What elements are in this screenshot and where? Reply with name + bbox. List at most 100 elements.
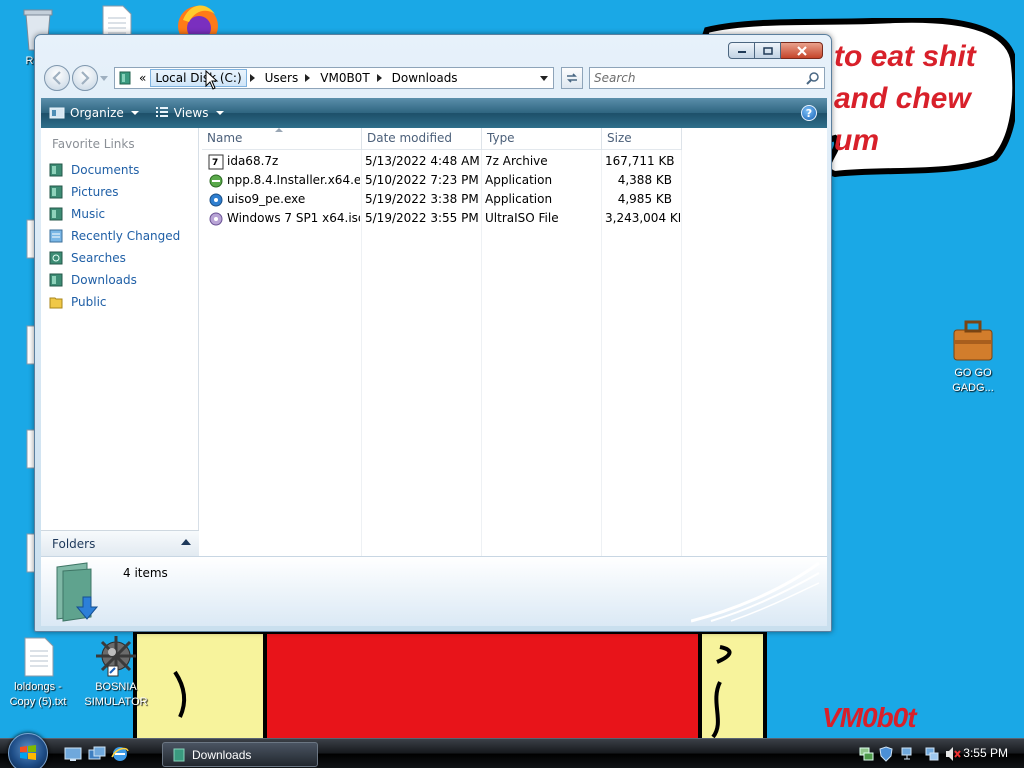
- start-button[interactable]: [8, 733, 48, 768]
- file-size: 3,243,004 KB: [605, 211, 680, 225]
- breadcrumb-separator-icon[interactable]: [305, 74, 311, 82]
- desktop-icon-firefox[interactable]: [160, 0, 236, 36]
- address-dropdown-button[interactable]: [535, 68, 553, 88]
- public-folder-icon: [49, 297, 63, 309]
- explorer-content: Favorite Links Documents Pictures Music …: [41, 128, 827, 556]
- downloads-folder-icon: [56, 562, 99, 622]
- desktop-icon-file[interactable]: loldongs - Copy (5).txt: [0, 636, 76, 710]
- nav-link-documents[interactable]: Documents: [48, 160, 139, 180]
- refresh-button[interactable]: [561, 67, 583, 89]
- details-pane: 4 items: [41, 556, 827, 626]
- computer-icon[interactable]: [900, 746, 916, 762]
- computer-folder-icon: [119, 71, 131, 85]
- column-header-type[interactable]: Type: [482, 128, 602, 150]
- forward-button[interactable]: [72, 65, 98, 91]
- file-size: 4,985 KB: [617, 192, 672, 206]
- recently-changed-icon: [49, 229, 63, 243]
- address-bar[interactable]: « Local Disk (C:) Users VM0B0T Downloads: [114, 67, 554, 89]
- file-row[interactable]: 7 ida68.7z 5/13/2022 4:48 AM 7z Archive …: [202, 152, 682, 171]
- views-icon: [155, 107, 168, 117]
- breadcrumb-separator-icon[interactable]: [249, 74, 255, 82]
- nav-link-label: Pictures: [71, 185, 119, 199]
- speech-text: to eat shit and chew um: [834, 40, 976, 157]
- nav-link-pictures[interactable]: Pictures: [48, 182, 119, 202]
- folders-label: Folders: [52, 536, 96, 551]
- documents-icon: [49, 163, 63, 177]
- recent-pages-chevron-icon[interactable]: [100, 76, 108, 82]
- maximize-button[interactable]: [755, 42, 781, 59]
- desktop-icon-label: loldongs - Copy (5).txt: [9, 681, 67, 708]
- file-row[interactable]: Windows 7 SP1 x64.iso 5/19/2022 3:55 PM …: [202, 209, 682, 228]
- file-name: ida68.7z: [227, 154, 279, 168]
- nav-link-label: Recently Changed: [71, 229, 181, 243]
- item-count: 4 items: [123, 566, 168, 580]
- organize-icon: [49, 107, 65, 119]
- file-row[interactable]: npp.8.4.Installer.x64.exe 5/10/2022 7:23…: [202, 171, 682, 190]
- back-button[interactable]: [44, 65, 70, 91]
- desktop-icon-label: GO GO GADG...: [952, 367, 994, 394]
- nav-link-label: Documents: [71, 163, 140, 177]
- views-menu-button[interactable]: Views: [147, 98, 232, 128]
- searches-icon: [49, 251, 63, 265]
- organize-label: Organize: [70, 106, 124, 120]
- address-overflow[interactable]: «: [135, 71, 150, 85]
- column-header-date-modified[interactable]: Date modified: [362, 128, 482, 150]
- search-icon[interactable]: [806, 71, 820, 85]
- cartoon-figure: [95, 632, 770, 740]
- column-headers: Name Date modified Type Size: [202, 128, 682, 150]
- file-row[interactable]: uiso9_pe.exe 5/19/2022 3:38 PM Applicati…: [202, 190, 682, 209]
- column-header-label: Name: [207, 131, 243, 145]
- network-icon[interactable]: [924, 746, 940, 762]
- minimize-button[interactable]: [728, 42, 755, 59]
- maximize-icon: [762, 46, 773, 55]
- search-input[interactable]: [594, 69, 794, 87]
- column-header-name[interactable]: Name: [202, 128, 362, 150]
- file-type: 7z Archive: [485, 154, 548, 168]
- internet-explorer-icon[interactable]: [111, 745, 129, 763]
- favorite-links-title: Favorite Links: [52, 137, 135, 151]
- breadcrumb-separator-icon[interactable]: [376, 74, 382, 82]
- nav-link-searches[interactable]: Searches: [48, 248, 126, 268]
- desktop-icon-bosnia-simulator[interactable]: BOSNIA SIMULATOR: [78, 634, 154, 710]
- windows-logo-icon: [20, 745, 36, 760]
- decorative-swoosh-icon: [691, 561, 820, 623]
- desktop-icon-label: BOSNIA SIMULATOR: [84, 681, 148, 708]
- file-date: 5/19/2022 3:38 PM: [365, 192, 479, 206]
- show-desktop-icon[interactable]: [64, 745, 82, 763]
- nav-link-public[interactable]: Public: [48, 292, 107, 312]
- clock[interactable]: 3:55 PM: [963, 746, 1008, 760]
- nav-link-recently-changed[interactable]: Recently Changed: [48, 226, 180, 246]
- file-size: 167,711 KB: [605, 154, 675, 168]
- explorer-window: « Local Disk (C:) Users VM0B0T Downloads…: [34, 34, 832, 632]
- nav-link-label: Music: [71, 207, 106, 221]
- breadcrumb-users[interactable]: Users: [261, 71, 303, 85]
- desktop-icon-go-go-gadget[interactable]: GO GO GADG...: [935, 316, 1011, 396]
- file-name-cell: Windows 7 SP1 x64.iso: [202, 209, 360, 228]
- nav-link-downloads[interactable]: Downloads: [48, 270, 137, 290]
- volume-muted-icon[interactable]: [944, 746, 962, 762]
- help-button[interactable]: ?: [801, 105, 817, 121]
- archive-icon: 7: [208, 154, 224, 169]
- breadcrumb-vm0b0t[interactable]: VM0B0T: [316, 71, 373, 85]
- folders-toggle[interactable]: Folders: [41, 530, 199, 556]
- column-header-size[interactable]: Size: [602, 128, 682, 150]
- close-button[interactable]: [781, 42, 823, 59]
- shield-icon[interactable]: [878, 746, 894, 762]
- column-header-label: Type: [487, 131, 515, 145]
- close-icon: [796, 45, 807, 56]
- nav-link-music[interactable]: Music: [48, 204, 105, 224]
- nav-link-label: Downloads: [71, 273, 137, 287]
- file-list: Name Date modified Type Size 7 ida68.7z …: [202, 128, 827, 556]
- text-file-icon: [24, 637, 54, 677]
- nav-link-label: Searches: [71, 251, 126, 265]
- organize-menu-button[interactable]: Organize: [41, 98, 147, 128]
- switch-windows-icon[interactable]: [88, 745, 106, 763]
- views-label: Views: [173, 106, 209, 120]
- network-status-icon[interactable]: [858, 746, 874, 762]
- mine-shortcut-icon: [96, 636, 136, 677]
- breadcrumb-downloads[interactable]: Downloads: [388, 71, 462, 85]
- taskbar-button-downloads[interactable]: Downloads: [162, 742, 318, 767]
- breadcrumb-local-disk[interactable]: Local Disk (C:): [150, 69, 247, 87]
- search-box[interactable]: [589, 67, 825, 89]
- downloads-icon: [49, 273, 63, 287]
